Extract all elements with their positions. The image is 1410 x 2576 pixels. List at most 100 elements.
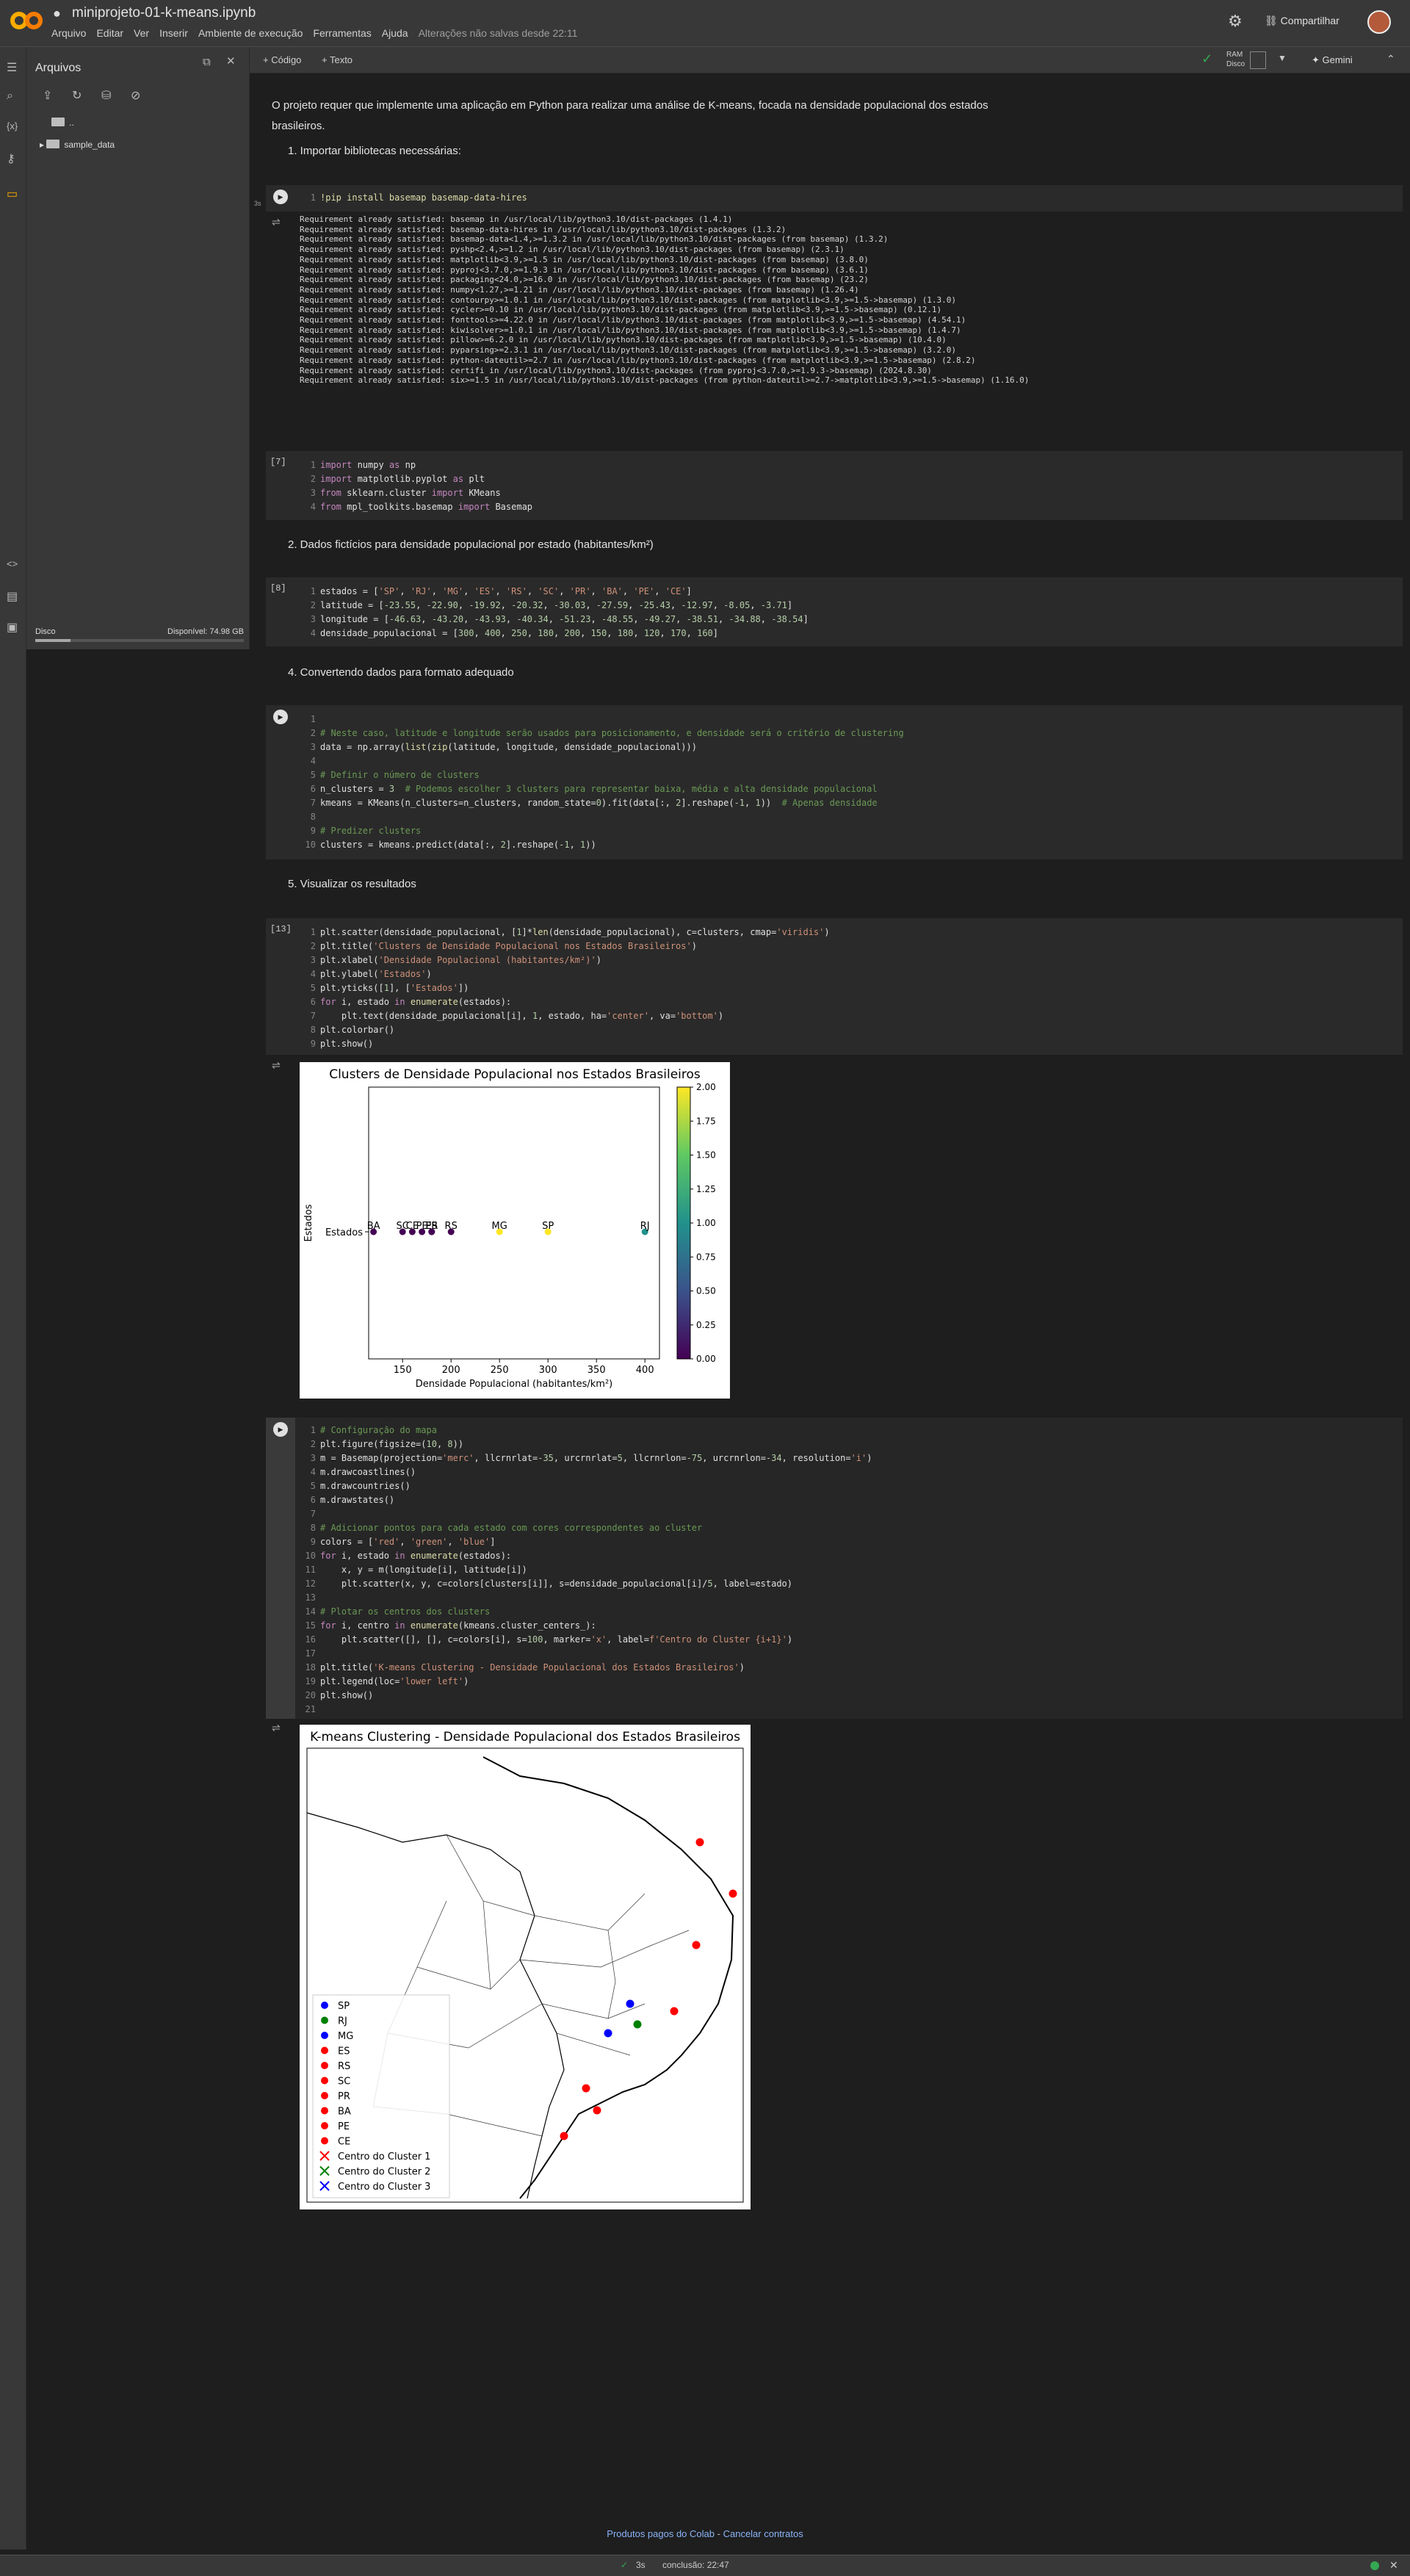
code-cell-imports[interactable]: [7] 1 import numpy as np 2 import matplotl… bbox=[266, 451, 1403, 520]
collapse-icon[interactable]: ⌃ bbox=[1386, 53, 1395, 65]
code-line: 1 import numpy as np bbox=[310, 460, 416, 470]
notebook-title[interactable]: miniprojeto-01-k-means.ipynb bbox=[72, 5, 256, 21]
cancel-contracts-link[interactable]: Cancelar contratos bbox=[723, 2528, 803, 2539]
folder-icon[interactable]: ▭ bbox=[7, 187, 18, 201]
legend-marker bbox=[321, 2016, 328, 2024]
terminal-icon[interactable]: ▣ bbox=[7, 620, 18, 635]
chevron-right-icon[interactable]: ▸ bbox=[40, 140, 46, 150]
cell-gutter: [7] bbox=[266, 451, 297, 520]
top-bar: ● miniprojeto-01-k-means.ipynb Arquivo E… bbox=[0, 0, 1410, 47]
footer-separator: - bbox=[717, 2528, 720, 2539]
code-line: 12 plt.scatter(x, y, c=colors[clusters[i… bbox=[305, 1579, 793, 1589]
run-button[interactable]: ▶ bbox=[273, 710, 288, 724]
output-toggle-icon[interactable]: ⇌ bbox=[272, 1722, 281, 1734]
file-item-parent[interactable]: .. bbox=[51, 118, 74, 128]
add-text-button[interactable]: + Texto bbox=[322, 54, 352, 65]
code-line: 1 # Configuração do mapa bbox=[310, 1425, 437, 1435]
menu-ajuda[interactable]: Ajuda bbox=[382, 27, 408, 39]
output-toggle-icon[interactable]: ⇌ bbox=[272, 1059, 281, 1072]
avatar[interactable] bbox=[1367, 10, 1391, 34]
unsaved-status[interactable]: Alterações não salvas desde 22:11 bbox=[419, 27, 578, 39]
legend-marker bbox=[321, 2062, 328, 2069]
output-line: Requirement already satisfied: kiwisolve… bbox=[300, 325, 961, 335]
output-line: Requirement already satisfied: pyshp<2.4… bbox=[300, 245, 845, 255]
colorbar bbox=[676, 1086, 691, 1360]
run-button[interactable]: ▶ bbox=[273, 1422, 288, 1437]
map-point-es bbox=[670, 2007, 679, 2016]
x-tick-label: 150 bbox=[394, 1365, 412, 1376]
close-icon[interactable]: ✕ bbox=[1389, 2559, 1398, 2572]
output-toggle-icon[interactable]: ⇌ bbox=[272, 216, 281, 228]
legend-marker bbox=[321, 2107, 328, 2115]
menu-ver[interactable]: Ver bbox=[134, 27, 149, 39]
x-tick-label: 350 bbox=[588, 1365, 606, 1376]
code-line: 3 from sklearn.cluster import KMeans bbox=[310, 488, 501, 498]
mount-drive-icon[interactable]: ⛁ bbox=[101, 88, 111, 103]
legend-label: BA bbox=[338, 2107, 351, 2118]
hide-files-icon[interactable]: ⊘ bbox=[131, 88, 140, 103]
status-completion[interactable]: conclusão: 22:47 bbox=[662, 2560, 729, 2570]
paid-products-link[interactable]: Produtos pagos do Colab bbox=[607, 2528, 715, 2539]
code-cell-scatter[interactable]: [13] 1 plt.scatter(densidade_populacional… bbox=[266, 918, 1403, 1055]
gear-icon[interactable]: ⚙ bbox=[1228, 12, 1243, 31]
legend-label: Centro do Cluster 2 bbox=[338, 2167, 430, 2178]
point-label: BA bbox=[367, 1221, 380, 1232]
colorbar-tick-label: 1.50 bbox=[696, 1150, 716, 1161]
output-line: Requirement already satisfied: certifi i… bbox=[300, 365, 932, 375]
legend-label: RS bbox=[338, 2061, 350, 2072]
colab-logo[interactable] bbox=[10, 10, 44, 31]
code-cell-data[interactable]: [8] 1 estados = ['SP', 'RJ', 'MG', 'ES', … bbox=[266, 577, 1403, 646]
code-line: 4 bbox=[310, 756, 316, 766]
refresh-icon[interactable]: ↻ bbox=[72, 88, 82, 103]
close-icon[interactable]: ✕ bbox=[226, 54, 236, 68]
open-tab-icon[interactable]: ⧉ bbox=[203, 56, 211, 68]
map-point-ba bbox=[692, 1941, 701, 1949]
upload-icon[interactable]: ⇪ bbox=[43, 88, 52, 103]
toc-icon[interactable]: ☰ bbox=[7, 60, 17, 75]
map-point-ce bbox=[695, 1838, 704, 1847]
key-icon[interactable]: ⚷ bbox=[7, 151, 15, 166]
menu-editar[interactable]: Editar bbox=[96, 27, 123, 39]
status-exec-time: 3s bbox=[636, 2560, 646, 2570]
gemini-button[interactable]: ✦ Gemini bbox=[1312, 54, 1353, 66]
menu-ferramentas[interactable]: Ferramentas bbox=[313, 27, 371, 39]
add-code-button[interactable]: + Código bbox=[263, 54, 301, 65]
panel-title: Arquivos bbox=[35, 62, 82, 74]
y-tick-label: Estados bbox=[325, 1227, 363, 1238]
legend-marker bbox=[321, 2046, 328, 2054]
legend-marker bbox=[321, 2137, 328, 2145]
cell-gutter: [8] bbox=[266, 577, 297, 646]
menu-ambiente[interactable]: Ambiente de execução bbox=[198, 27, 303, 39]
x-tick-label: 400 bbox=[636, 1365, 654, 1376]
run-button[interactable]: ▶ bbox=[273, 190, 288, 204]
point-label: MG bbox=[492, 1221, 507, 1232]
menu-arquivo[interactable]: Arquivo bbox=[51, 27, 86, 39]
map-point-rj bbox=[633, 2020, 642, 2029]
code-cell-kmeans[interactable]: ▶ 1 2 # Neste caso, latitude e longitude … bbox=[266, 705, 1403, 859]
code-line: 4 plt.ylabel('Estados') bbox=[310, 969, 432, 979]
search-icon[interactable]: ⌕ bbox=[7, 90, 13, 103]
code-cell-pip[interactable]: ▶ 1 !pip install basemap basemap-data-hir… bbox=[266, 185, 1403, 212]
markdown-section-2[interactable]: 2. Dados fictícios para densidade popula… bbox=[288, 535, 654, 555]
file-item-sample-data[interactable]: ▸ sample_data bbox=[40, 140, 115, 150]
share-button[interactable]: ⛓ Compartilhar bbox=[1265, 15, 1340, 27]
variables-icon[interactable]: {x} bbox=[7, 120, 18, 131]
legend-label: ES bbox=[338, 2046, 350, 2057]
markdown-intro[interactable]: O projeto requer que implemente uma apli… bbox=[272, 95, 1006, 137]
markdown-section-5[interactable]: 5. Visualizar os resultados bbox=[288, 874, 416, 895]
command-palette-icon[interactable]: ▤ bbox=[7, 589, 18, 604]
map-point-sp bbox=[604, 2029, 612, 2038]
code-snippets-icon[interactable]: <> bbox=[7, 558, 18, 569]
legend-marker bbox=[321, 2032, 328, 2039]
code-cell-map[interactable]: ▶ 1 # Configuração do mapa 2 plt.figure(fi… bbox=[266, 1418, 1403, 1719]
code-line: 17 bbox=[305, 1648, 316, 1659]
markdown-section-4[interactable]: 4. Convertendo dados para formato adequa… bbox=[288, 663, 514, 683]
code-line: 16 plt.scatter([], [], c=colors[i], s=10… bbox=[305, 1634, 793, 1645]
chevron-down-icon[interactable]: ▼ bbox=[1278, 53, 1287, 63]
code-line: 2 latitude = [-23.55, -22.90, -19.92, -20… bbox=[310, 600, 793, 610]
menu-inserir[interactable]: Inserir bbox=[159, 27, 188, 39]
markdown-section-1[interactable]: 1. Importar bibliotecas necessárias: bbox=[288, 141, 461, 162]
ram-disk-indicator[interactable]: RAM Disco bbox=[1226, 50, 1245, 69]
legend-label: PR bbox=[338, 2091, 350, 2102]
output-line: Requirement already satisfied: numpy<1.2… bbox=[300, 284, 859, 295]
